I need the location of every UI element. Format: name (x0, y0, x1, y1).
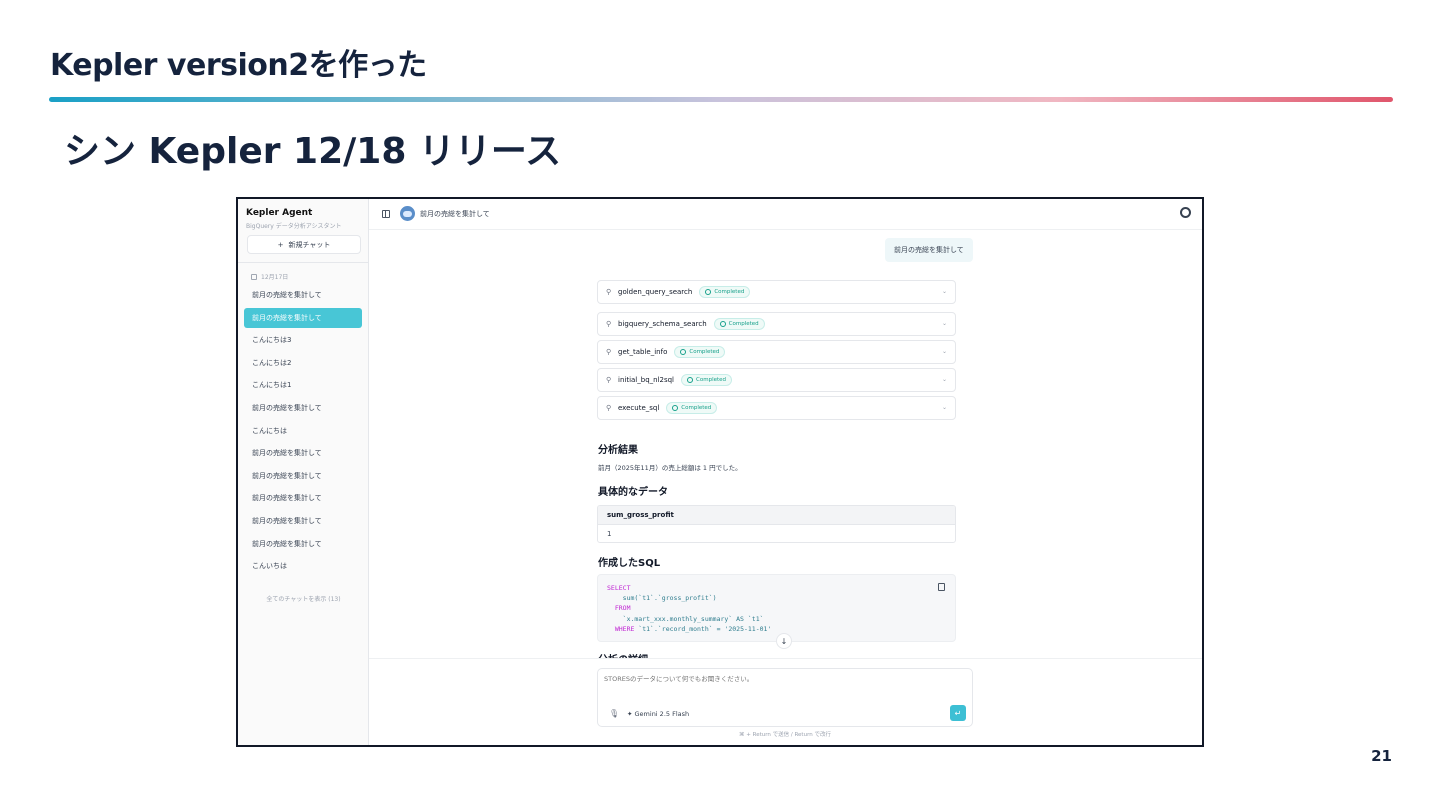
sidebar-toggle-icon[interactable] (382, 210, 390, 218)
tool-call-row[interactable]: ⚲ execute_sql Completed ⌄ (597, 396, 956, 420)
chevron-down-icon[interactable]: ⌄ (942, 404, 947, 411)
status-badge: Completed (681, 374, 733, 386)
sql-keyword: FROM (607, 604, 631, 613)
sidebar-chat-item[interactable]: 前月の売総を集計して (244, 443, 362, 463)
status-label: Completed (681, 405, 712, 411)
sidebar-chat-item[interactable]: 前月の売総を集計して (244, 307, 362, 328)
brand-subtitle: BigQuery データ分析アシスタント (246, 223, 342, 230)
sidebar-chat-item[interactable]: 前月の売総を集計して (244, 488, 362, 508)
title-underline (49, 97, 1393, 102)
keyboard-hint: ⌘ + Return で送信 / Return で改行 (739, 732, 831, 738)
sql-line: `x.mart_xxx.monthly_summary` AS `t1` (607, 614, 764, 623)
sidebar-chat-item[interactable]: 前月の売総を集計して (244, 466, 362, 486)
chat-history-list: 前月の売総を集計して 前月の売総を集計して こんにちは3 こんにちは2 こんにちは1 前月… (244, 285, 362, 579)
sql-heading: 作成したSQL (598, 558, 661, 569)
chat-input[interactable] (604, 675, 944, 683)
copy-icon[interactable] (938, 583, 945, 591)
chevron-down-icon[interactable]: ⌄ (942, 288, 947, 295)
new-chat-label: 新規チャット (288, 240, 331, 249)
slide-subtitle: シン Kepler 12/18 リリース (64, 131, 562, 172)
check-circle-icon (705, 289, 712, 295)
tool-name: initial_bq_nl2sql (618, 376, 675, 384)
sidebar-chat-item[interactable]: こんいちは (244, 556, 362, 576)
sql-code-block: SELECT sum(`t1`.`gross_profit`) FROM `x.… (597, 574, 956, 642)
sidebar-chat-item[interactable]: 前月の売総を集計して (244, 285, 362, 305)
status-label: Completed (696, 377, 727, 383)
brand-name: Kepler Agent (246, 208, 313, 218)
data-heading: 具体的なデータ (598, 487, 668, 498)
conversation-title: 前月の売総を集計して (420, 210, 490, 218)
robot-avatar-icon (400, 206, 415, 221)
topbar: 前月の売総を集計して (369, 199, 1202, 230)
sidebar-chat-item[interactable]: 前月の売総を集計して (244, 511, 362, 531)
tool-name: golden_query_search (618, 288, 693, 296)
date-group-label: 12月17日 (261, 274, 289, 281)
sidebar-chat-item[interactable]: 前月の売総を集計して (244, 398, 362, 418)
composer-box: 🎙 ✦ Gemini 2.5 Flash ↵ (597, 668, 973, 727)
chevron-down-icon[interactable]: ⌄ (942, 376, 947, 383)
sidebar-chat-item[interactable]: 前月の売総を集計して (244, 534, 362, 554)
check-circle-icon (672, 405, 679, 411)
wrench-icon: ⚲ (606, 375, 612, 384)
tool-call-row[interactable]: ⚲ initial_bq_nl2sql Completed ⌄ (597, 368, 956, 392)
model-selector[interactable]: ✦ Gemini 2.5 Flash (627, 710, 689, 718)
tool-name: bigquery_schema_search (618, 320, 707, 328)
check-circle-icon (680, 349, 687, 355)
sidebar-chat-item[interactable]: こんにちは1 (244, 375, 362, 395)
composer-area: 🎙 ✦ Gemini 2.5 Flash ↵ ⌘ + Return で送信 / … (369, 658, 1202, 745)
table-cell: 1 (607, 530, 612, 538)
sidebar-chat-item[interactable]: こんにちは (244, 421, 362, 441)
sql-line: `t1`.`record_month` = '2025-11-01' (634, 624, 772, 633)
plus-icon: + (277, 240, 284, 249)
status-badge: Completed (699, 286, 751, 298)
tool-name: execute_sql (618, 404, 660, 412)
sidebar-chat-item[interactable]: こんにちは3 (244, 330, 362, 350)
status-badge: Completed (713, 318, 765, 330)
calendar-icon (251, 273, 257, 280)
status-badge: Completed (674, 346, 726, 358)
sql-keyword: WHERE (607, 624, 635, 633)
scroll-down-button[interactable]: ↓ (776, 633, 792, 649)
tool-call-row[interactable]: ⚲ bigquery_schema_search Completed ⌄ (597, 312, 956, 336)
status-label: Completed (689, 349, 720, 355)
tool-name: get_table_info (618, 348, 668, 356)
check-circle-icon (719, 321, 726, 327)
user-message-bubble: 前月の売総を集計して (885, 238, 973, 262)
app-screenshot: Kepler Agent BigQuery データ分析アシスタント + 新規チャ… (236, 197, 1204, 747)
tool-call-row[interactable]: ⚲ get_table_info Completed ⌄ (597, 340, 956, 364)
wrench-icon: ⚲ (606, 287, 612, 296)
github-icon[interactable] (1180, 207, 1191, 218)
chevron-down-icon[interactable]: ⌄ (942, 348, 947, 355)
result-heading: 分析結果 (598, 445, 638, 456)
show-all-chats-link[interactable]: 全てのチャットを表示 (13) (238, 594, 369, 603)
check-circle-icon (687, 377, 694, 383)
result-text: 前月（2025年11月）の売上総額は 1 円でした。 (598, 464, 742, 472)
slide-title: Kepler version2を作った (50, 48, 427, 83)
analysis-detail-heading: 分析の詳細 (598, 651, 648, 658)
tool-call-row[interactable]: ⚲ golden_query_search Completed ⌄ (597, 280, 956, 304)
wrench-icon: ⚲ (606, 403, 612, 412)
status-label: Completed (714, 289, 745, 295)
sidebar-divider (238, 262, 369, 263)
table-header-cell: sum_gross_profit (598, 506, 955, 525)
microphone-icon[interactable]: 🎙 (609, 709, 619, 718)
page-number: 21 (1371, 747, 1392, 765)
chevron-down-icon[interactable]: ⌄ (942, 320, 947, 327)
status-label: Completed (728, 321, 759, 327)
sidebar: Kepler Agent BigQuery データ分析アシスタント + 新規チャ… (238, 199, 369, 745)
sidebar-chat-item[interactable]: こんにちは2 (244, 353, 362, 373)
status-badge: Completed (666, 402, 718, 414)
model-name: Gemini 2.5 Flash (634, 710, 690, 718)
wrench-icon: ⚲ (606, 347, 612, 356)
sql-line: sum(`t1`.`gross_profit`) (607, 594, 717, 603)
sql-keyword: SELECT (607, 584, 631, 592)
new-chat-button[interactable]: + 新規チャット (247, 235, 361, 254)
result-table: sum_gross_profit 1 (597, 505, 956, 543)
date-group: 12月17日 (251, 272, 288, 281)
send-button[interactable]: ↵ (950, 705, 966, 721)
wrench-icon: ⚲ (606, 319, 612, 328)
